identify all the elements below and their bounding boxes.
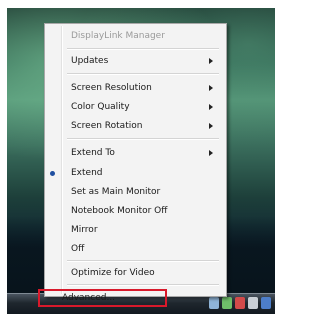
menu-item-set-main-monitor[interactable]: Set as Main Monitor: [71, 184, 160, 200]
menu-item-extend-to[interactable]: Extend To: [71, 145, 115, 161]
advanced-highlight-box: [38, 289, 167, 307]
menu-gutter: [61, 26, 63, 294]
submenu-arrow-icon: [209, 150, 213, 156]
desktop-screenshot: DisplayLink Manager Updates Screen Resol…: [7, 8, 275, 314]
menu-item-notebook-monitor-off[interactable]: Notebook Monitor Off: [71, 203, 167, 219]
menu-item-optimize-for-video[interactable]: Optimize for Video: [71, 265, 155, 281]
submenu-arrow-icon: [209, 58, 213, 64]
menu-item-screen-resolution[interactable]: Screen Resolution: [71, 80, 152, 96]
menu-separator: [67, 284, 219, 286]
menu-item-extend[interactable]: Extend: [71, 165, 103, 181]
menu-item-color-quality[interactable]: Color Quality: [71, 99, 130, 115]
menu-title: DisplayLink Manager: [71, 31, 165, 41]
system-tray: [209, 297, 271, 309]
menu-item-mirror[interactable]: Mirror: [71, 222, 98, 238]
radio-bullet-icon: [50, 171, 55, 176]
tray-security-icon[interactable]: [235, 297, 245, 309]
tray-displaylink-icon[interactable]: [222, 297, 232, 309]
menu-item-screen-rotation[interactable]: Screen Rotation: [71, 118, 142, 134]
context-menu: DisplayLink Manager Updates Screen Resol…: [44, 23, 227, 297]
submenu-arrow-icon: [209, 123, 213, 129]
menu-separator: [67, 138, 219, 140]
menu-item-off[interactable]: Off: [71, 241, 84, 257]
menu-separator: [67, 48, 219, 50]
tray-volume-icon[interactable]: [248, 297, 258, 309]
menu-item-updates[interactable]: Updates: [71, 53, 108, 69]
submenu-arrow-icon: [209, 85, 213, 91]
menu-separator: [67, 260, 219, 262]
menu-separator: [67, 73, 219, 75]
tray-app-icon[interactable]: [261, 297, 271, 309]
tray-network-icon[interactable]: [209, 297, 219, 309]
submenu-arrow-icon: [209, 104, 213, 110]
